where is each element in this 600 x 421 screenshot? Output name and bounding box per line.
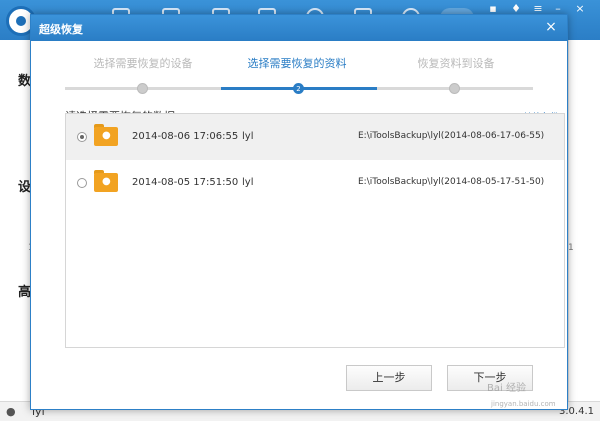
menu-icon[interactable]: ▪ xyxy=(487,3,499,14)
step-3-label: 恢复资料到设备 xyxy=(417,57,495,70)
backup-path: E:\iToolsBackup\lyl(2014-08-05-17-51-50) xyxy=(358,177,545,187)
backup-path: E:\iToolsBackup\lyl(2014-08-06-17-06-55) xyxy=(358,131,545,141)
step-1-dot xyxy=(137,83,148,94)
backup-device: lyl xyxy=(242,131,254,142)
watermark: Bai 经验 xyxy=(487,383,526,394)
step-1-label: 选择需要恢复的设备 xyxy=(93,57,193,70)
step-3-dot xyxy=(449,83,460,94)
folder-icon: ● xyxy=(94,170,118,192)
settings-icon[interactable]: ≡ xyxy=(532,3,544,14)
minimize-icon[interactable]: – xyxy=(552,3,564,14)
step-2-dot: 2 xyxy=(293,83,304,94)
folder-icon: ● xyxy=(94,124,118,146)
backup-row[interactable]: ● 2014-08-06 17:06:55 lyl E:\iToolsBacku… xyxy=(66,114,564,160)
watermark-url: jingyan.baidu.com xyxy=(491,400,556,408)
dialog-title: 超级恢复 xyxy=(39,23,83,36)
dialog-titlebar[interactable]: 超级恢复 × xyxy=(31,15,567,41)
skin-icon[interactable]: ♦ xyxy=(510,3,522,14)
step-2-label: 选择需要恢复的资料 xyxy=(247,57,347,70)
backup-list: ● 2014-08-06 17:06:55 lyl E:\iToolsBacku… xyxy=(65,113,565,348)
background-fragment-right: 1 xyxy=(568,243,574,253)
backup-device: lyl xyxy=(242,177,254,188)
backup-date: 2014-08-05 17:51:50 xyxy=(132,177,239,188)
close-icon[interactable]: × xyxy=(543,19,559,35)
divider xyxy=(568,40,569,401)
step-indicator: 选择需要恢复的设备 选择需要恢复的资料 恢复资料到设备 2 xyxy=(31,41,567,97)
app-close-icon[interactable]: × xyxy=(574,3,586,14)
apple-icon: ● xyxy=(6,405,16,418)
super-restore-dialog: 超级恢复 × 选择需要恢复的设备 选择需要恢复的资料 恢复资料到设备 2 请选择… xyxy=(30,14,568,410)
backup-radio[interactable] xyxy=(77,132,87,142)
backup-radio[interactable] xyxy=(77,178,87,188)
backup-date: 2014-08-06 17:06:55 xyxy=(132,131,239,142)
backup-row[interactable]: ● 2014-08-05 17:51:50 lyl E:\iToolsBacku… xyxy=(66,160,564,206)
prev-step-button[interactable]: 上一步 xyxy=(346,365,432,391)
